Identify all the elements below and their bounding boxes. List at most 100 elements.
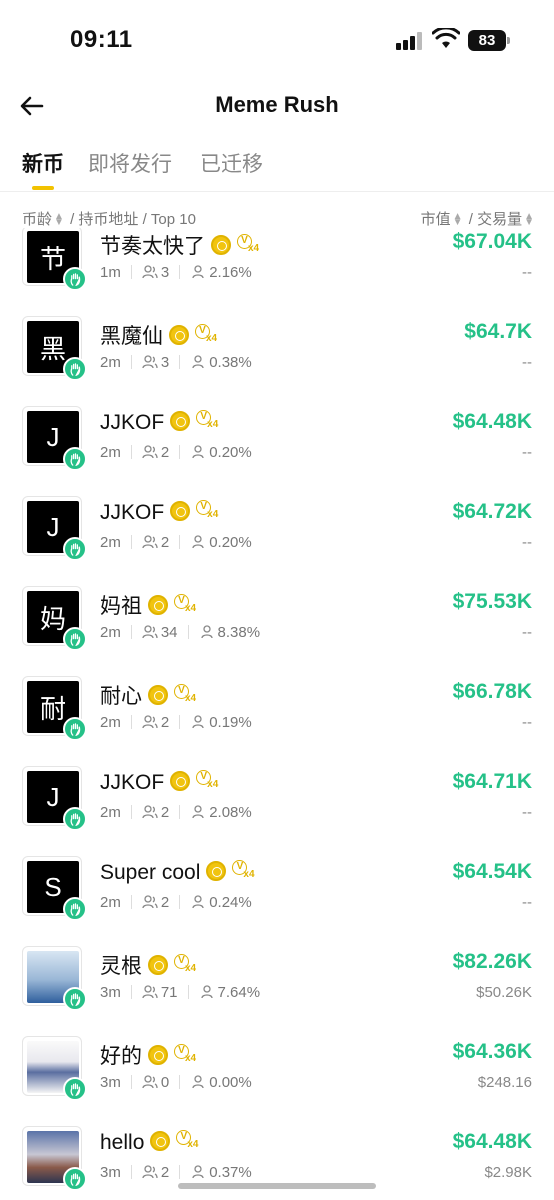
token-name: JJKOF <box>100 501 165 524</box>
token-volume: -- <box>522 444 532 461</box>
token-row[interactable]: J JJKOF Vx4 2m 2 0.20% $64.72K -- <box>0 496 554 586</box>
token-holders: 2 <box>160 894 170 911</box>
tab-migrated[interactable]: 已迁移 <box>200 148 263 178</box>
coin-icon <box>148 1045 168 1065</box>
holders-icon <box>142 1164 161 1181</box>
holders-icon <box>142 894 161 911</box>
token-row[interactable]: J JJKOF Vx4 2m 2 0.20% $64.48K -- <box>0 406 554 496</box>
token-name-line: JJKOF Vx4 <box>100 410 220 435</box>
token-market-cap: $82.26K <box>452 950 532 973</box>
col-age-label: 币龄 <box>22 211 53 228</box>
token-market-cap: $64.72K <box>452 500 532 523</box>
holders-icon <box>142 984 161 1001</box>
status-bar: 09:11 83 <box>0 0 554 80</box>
sort-right[interactable]: 市值 ▲ ▼ / 交易量 ▲ ▼ <box>421 208 536 229</box>
tab-new-coins[interactable]: 新币 <box>22 148 64 178</box>
token-row[interactable]: J JJKOF Vx4 2m 2 2.08% $64.71K -- <box>0 766 554 856</box>
token-meta: 2m 2 0.19% <box>100 714 252 731</box>
token-meta: 1m 3 2.16% <box>100 264 252 281</box>
token-meta: 2m 2 0.20% <box>100 534 252 551</box>
token-age: 2m <box>100 444 121 461</box>
v4-icon: Vx4 <box>174 594 198 616</box>
token-name: JJKOF <box>100 771 165 794</box>
token-name: hello <box>100 1131 145 1154</box>
holders-icon <box>142 264 161 281</box>
coin-icon <box>150 1131 171 1151</box>
token-holders: 2 <box>160 714 170 731</box>
token-name-line: hello Vx4 <box>100 1130 200 1155</box>
token-market-cap: $64.36K <box>452 1040 532 1063</box>
sort-icon: ▲ ▼ <box>54 211 64 229</box>
coin-icon <box>148 685 168 705</box>
token-volume: $248.16 <box>477 1074 532 1091</box>
token-top10: 0.24% <box>209 894 252 911</box>
token-market-cap: $64.54K <box>452 860 532 883</box>
token-holders: 3 <box>160 264 170 281</box>
tab-upcoming[interactable]: 即将发行 <box>88 148 172 178</box>
token-name-line: JJKOF Vx4 <box>100 770 220 795</box>
token-market-cap: $64.71K <box>452 770 532 793</box>
token-top10: 8.38% <box>217 624 261 641</box>
holders-icon <box>142 804 161 821</box>
token-top10: 2.16% <box>209 264 252 281</box>
top10-icon <box>190 264 209 281</box>
col-mcap-label: 市值 <box>420 211 451 228</box>
token-meta: 3m 71 7.64% <box>100 984 260 1001</box>
token-age: 3m <box>100 984 121 1001</box>
token-row[interactable]: 节节奏太快了 Vx4 1m 3 2.16% $67.04K -- <box>0 228 554 316</box>
token-row[interactable]: 妈妈祖 Vx4 2m 34 8.38% $75.53K -- <box>0 586 554 676</box>
token-row[interactable]: 好的 Vx4 3m 0 0.00% $64.36K $248.16 <box>0 1036 554 1126</box>
token-row[interactable]: 耐耐心 Vx4 2m 2 0.19% $66.78K -- <box>0 676 554 766</box>
token-volume: $2.98K <box>484 1164 532 1181</box>
token-avatar <box>22 946 87 1011</box>
coin-icon <box>170 411 191 431</box>
token-name: JJKOF <box>100 411 165 434</box>
token-market-cap: $64.48K <box>452 410 532 433</box>
wave-badge-icon <box>63 897 87 921</box>
token-avatar: J <box>22 766 87 831</box>
token-volume: -- <box>522 894 532 911</box>
token-meta: 3m 0 0.00% <box>100 1074 252 1091</box>
token-holders: 34 <box>160 624 178 641</box>
col-holders-top10-label: / 持币地址 / Top 10 <box>70 211 196 228</box>
v4-icon: Vx4 <box>196 500 220 522</box>
token-age: 2m <box>100 624 121 641</box>
holders-icon <box>142 354 161 371</box>
token-name: 节奏太快了 <box>100 235 205 258</box>
token-top10: 0.20% <box>209 534 252 551</box>
token-holders: 2 <box>160 444 170 461</box>
top10-icon <box>190 354 209 371</box>
token-avatar <box>22 1036 87 1101</box>
token-row[interactable]: 灵根 Vx4 3m 71 7.64% $82.26K $50.26K <box>0 946 554 1036</box>
wave-badge-icon <box>63 267 87 291</box>
token-market-cap: $66.78K <box>452 680 532 703</box>
token-top10: 0.20% <box>209 444 252 461</box>
token-meta: 3m 2 0.37% <box>100 1164 252 1181</box>
token-volume: -- <box>522 354 532 371</box>
token-market-cap: $67.04K <box>452 230 532 253</box>
coin-icon <box>206 861 227 881</box>
token-holders: 2 <box>160 534 170 551</box>
holders-icon <box>142 1074 161 1091</box>
v4-icon: Vx4 <box>232 860 256 882</box>
token-name-line: Super cool Vx4 <box>100 860 256 885</box>
token-row[interactable]: 黑黑魔仙 Vx4 2m 3 0.38% $64.7K -- <box>0 316 554 406</box>
wave-badge-icon <box>63 1167 87 1191</box>
token-volume: $50.26K <box>476 984 532 1001</box>
token-age: 2m <box>100 534 121 551</box>
token-list: 节节奏太快了 Vx4 1m 3 2.16% $67.04K -- 黑黑魔仙 Vx4 2m 3 0.38… <box>0 228 554 1200</box>
token-avatar: J <box>22 496 87 561</box>
wave-badge-icon <box>63 447 87 471</box>
token-row[interactable]: S Super cool Vx4 2m 2 0.24% $64.54K -- <box>0 856 554 946</box>
signal-icon <box>396 32 422 50</box>
header: Meme Rush <box>0 80 554 132</box>
token-age: 2m <box>100 804 121 821</box>
token-name-line: 好的 Vx4 <box>100 1040 198 1070</box>
v4-icon: Vx4 <box>174 1044 198 1066</box>
token-age: 2m <box>100 714 121 731</box>
holders-icon <box>142 714 161 731</box>
token-meta: 2m 2 0.20% <box>100 444 252 461</box>
token-top10: 0.37% <box>209 1164 252 1181</box>
wifi-icon <box>432 28 460 48</box>
sort-left[interactable]: 币龄 ▲ ▼ / 持币地址 / Top 10 <box>22 208 196 229</box>
